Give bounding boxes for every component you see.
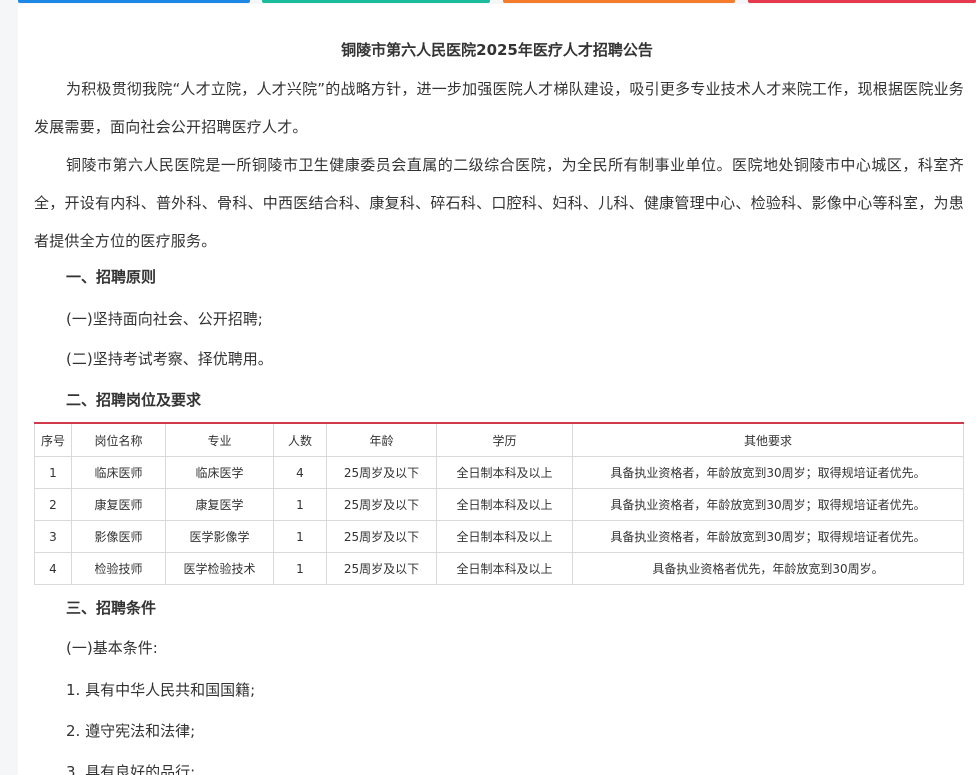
table-header-row: 序号 岗位名称 专业 人数 年龄 学历 其他要求 — [34, 422, 964, 457]
table-row: 4 检验技师 医学检验技术 1 25周岁及以下 全日制本科及以上 具备执业资格者… — [34, 552, 964, 585]
table-cell: 1 — [273, 488, 327, 521]
table-cell: 康复医学 — [165, 488, 274, 521]
header-cell: 岗位名称 — [71, 422, 166, 457]
table-cell: 全日制本科及以上 — [436, 520, 573, 553]
principle-item: (二)坚持考试考察、择优聘用。 — [66, 350, 273, 368]
table-cell: 临床医师 — [71, 456, 166, 489]
color-bar-blue — [18, 0, 250, 3]
table-cell: 2 — [34, 488, 72, 521]
conditions-subheading: (一)基本条件: — [66, 639, 158, 657]
table-cell: 具备执业资格者，年龄放宽到30周岁；取得规培证者优先。 — [572, 456, 964, 489]
table-cell: 1 — [273, 520, 327, 553]
section-heading-principles: 一、招聘原则 — [66, 268, 157, 286]
header-cell: 学历 — [436, 422, 573, 457]
table-cell: 4 — [273, 456, 327, 489]
table-cell: 全日制本科及以上 — [436, 488, 573, 521]
table-cell: 医学影像学 — [165, 520, 274, 553]
table-cell: 1 — [273, 552, 327, 585]
header-cell: 专业 — [165, 422, 274, 457]
section-heading-conditions: 三、招聘条件 — [66, 599, 157, 617]
table-cell: 3 — [34, 520, 72, 553]
about-paragraph: 铜陵市第六人民医院是一所铜陵市卫生健康委员会直属的二级综合医院，为全民所有制事业… — [34, 156, 964, 250]
header-cell: 其他要求 — [572, 422, 964, 457]
condition-item: 1. 具有中华人民共和国国籍; — [66, 681, 256, 699]
color-bar-orange — [503, 0, 735, 3]
table-cell: 医学检验技术 — [165, 552, 274, 585]
header-cell: 序号 — [34, 422, 72, 457]
condition-item: 2. 遵守宪法和法律; — [66, 722, 196, 740]
table-cell: 25周岁及以下 — [326, 520, 437, 553]
table-row: 1 临床医师 临床医学 4 25周岁及以下 全日制本科及以上 具备执业资格者，年… — [34, 456, 964, 489]
table-cell: 临床医学 — [165, 456, 274, 489]
intro-paragraph: 为积极贯彻我院“人才立院，人才兴院”的战略方针，进一步加强医院人才梯队建设，吸引… — [34, 80, 964, 136]
table-cell: 具备执业资格者，年龄放宽到30周岁；取得规培证者优先。 — [572, 488, 964, 521]
condition-item: 3. 具有良好的品行; — [66, 763, 196, 775]
table-cell: 检验技师 — [71, 552, 166, 585]
table-cell: 4 — [34, 552, 72, 585]
positions-table: 序号 岗位名称 专业 人数 年龄 学历 其他要求 1 临床医师 临床医学 4 2… — [34, 422, 964, 585]
color-bar-teal — [262, 0, 490, 3]
table-cell: 1 — [34, 456, 72, 489]
table-cell: 具备执业资格者，年龄放宽到30周岁；取得规培证者优先。 — [572, 520, 964, 553]
table-cell: 25周岁及以下 — [326, 488, 437, 521]
table-row: 2 康复医师 康复医学 1 25周岁及以下 全日制本科及以上 具备执业资格者，年… — [34, 488, 964, 521]
table-cell: 25周岁及以下 — [326, 552, 437, 585]
table-cell: 25周岁及以下 — [326, 456, 437, 489]
table-cell: 具备执业资格者优先，年龄放宽到30周岁。 — [572, 552, 964, 585]
header-cell: 年龄 — [326, 422, 437, 457]
section-heading-positions: 二、招聘岗位及要求 — [66, 391, 202, 409]
table-row: 3 影像医师 医学影像学 1 25周岁及以下 全日制本科及以上 具备执业资格者，… — [34, 520, 964, 553]
table-cell: 康复医师 — [71, 488, 166, 521]
principle-item: (一)坚持面向社会、公开招聘; — [66, 310, 263, 328]
color-bar-red — [748, 0, 976, 3]
table-cell: 全日制本科及以上 — [436, 456, 573, 489]
article-title: 铜陵市第六人民医院2025年医疗人才招聘公告 — [341, 41, 653, 59]
table-cell: 影像医师 — [71, 520, 166, 553]
header-cell: 人数 — [273, 422, 327, 457]
table-cell: 全日制本科及以上 — [436, 552, 573, 585]
article-content: 铜陵市第六人民医院2025年医疗人才招聘公告 为积极贯彻我院“人才立院，人才兴院… — [18, 4, 976, 775]
